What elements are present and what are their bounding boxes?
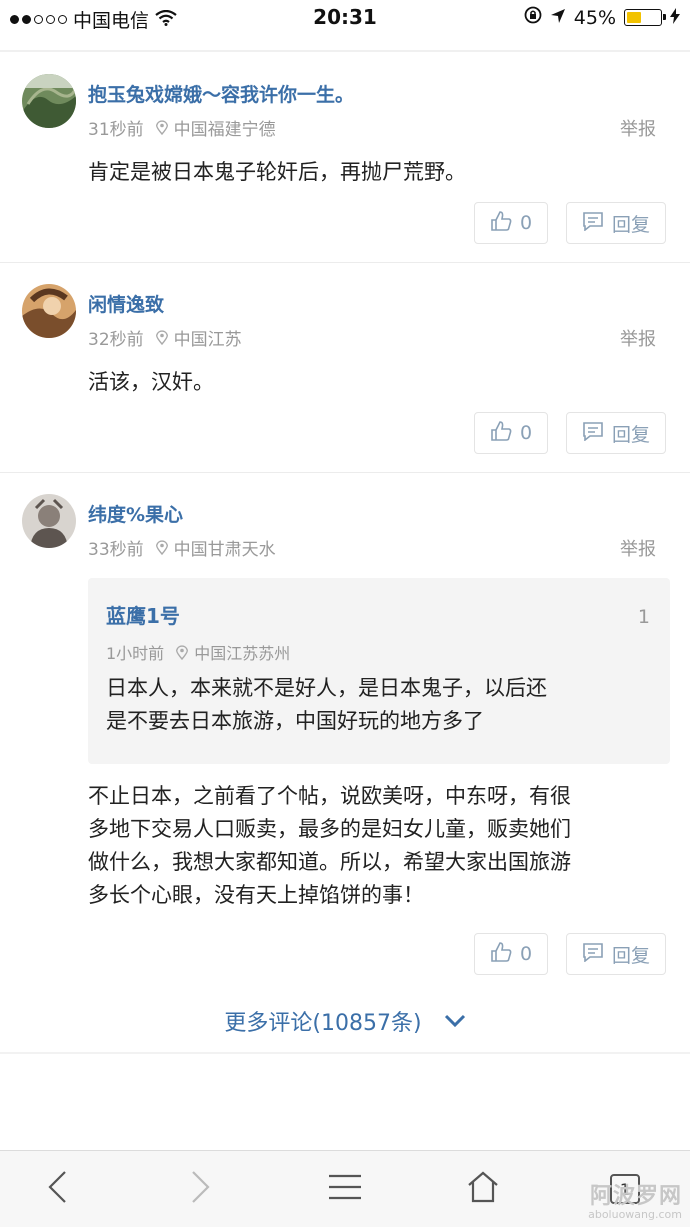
like-count: 0 xyxy=(519,212,533,234)
battery-percent: 45% xyxy=(573,6,616,29)
comment-location: 中国福建宁德 xyxy=(173,120,276,140)
quoted-floor-number: 1 xyxy=(637,606,650,628)
quoted-text-line: 日本人，本来就不是好人，是日本鬼子，以后还 xyxy=(106,676,547,700)
home-button[interactable] xyxy=(458,1169,508,1209)
forward-button[interactable] xyxy=(176,1169,226,1209)
reply-label: 回复 xyxy=(611,944,650,967)
reply-icon xyxy=(582,942,604,967)
username[interactable]: 纬度%果心 xyxy=(88,500,183,527)
chevron-left-icon xyxy=(47,1170,67,1208)
comment-text-line: 多地下交易人口贩卖，最多的是妇女儿童，贩卖她们 xyxy=(88,817,571,841)
browser-toolbar: 1 xyxy=(0,1150,690,1227)
menu-button[interactable] xyxy=(320,1169,370,1209)
comment-time: 33秒前 xyxy=(88,540,144,560)
avatar[interactable] xyxy=(22,284,76,338)
like-count: 0 xyxy=(519,422,533,444)
divider xyxy=(0,50,690,52)
like-button[interactable]: 0 xyxy=(474,202,548,244)
quoted-text: 日本人，本来就不是好人，是日本鬼子，以后还 是不要去日本旅游，中国好玩的地方多了 xyxy=(106,672,646,738)
like-button[interactable]: 0 xyxy=(474,933,548,975)
like-count: 0 xyxy=(519,943,533,965)
comment-location: 中国甘肃天水 xyxy=(173,540,276,560)
location-pin-icon xyxy=(176,644,189,660)
reply-button[interactable]: 回复 xyxy=(566,202,666,244)
comment-meta: 31秒前 中国福建宁德 xyxy=(88,115,276,140)
comment-time: 32秒前 xyxy=(88,330,144,350)
thumbs-up-icon xyxy=(490,420,512,447)
location-pin-icon xyxy=(155,540,168,556)
status-bar: 中国电信 20:31 45% xyxy=(0,0,690,36)
divider xyxy=(0,472,690,473)
comment-text: 不止日本，之前看了个帖，说欧美呀，中东呀，有很 多地下交易人口贩卖，最多的是妇女… xyxy=(88,780,658,912)
quoted-time: 1小时前 xyxy=(106,644,165,663)
comment-text-line: 多长个心眼，没有天上掉馅饼的事！ xyxy=(88,883,424,907)
charging-icon xyxy=(670,7,680,29)
more-comments-label: 更多评论(10857条) xyxy=(224,1011,422,1036)
reply-label: 回复 xyxy=(611,213,650,236)
back-button[interactable] xyxy=(32,1169,82,1209)
more-comments-button[interactable]: 更多评论(10857条) xyxy=(0,1005,690,1037)
thumbs-up-icon xyxy=(490,210,512,237)
comment-item: 抱玉兔戏嫦娥～容我许你一生。 31秒前 中国福建宁德 举报 肯定是被日本鬼子轮奸… xyxy=(0,62,690,258)
reply-icon xyxy=(582,421,604,446)
location-pin-icon xyxy=(155,330,168,346)
comment-meta: 32秒前 中国江苏 xyxy=(88,325,242,350)
reply-icon xyxy=(582,211,604,236)
home-icon xyxy=(466,1171,500,1207)
hamburger-menu-icon xyxy=(327,1173,363,1205)
comment-text: 肯定是被日本鬼子轮奸后，再抛尸荒野。 xyxy=(88,160,466,184)
orientation-lock-icon xyxy=(524,6,542,29)
divider xyxy=(0,1052,690,1054)
divider xyxy=(0,262,690,263)
battery-icon xyxy=(624,9,666,26)
avatar[interactable] xyxy=(22,74,76,128)
like-button[interactable]: 0 xyxy=(474,412,548,454)
watermark-url: aboluowang.com xyxy=(588,1208,682,1221)
reply-label: 回复 xyxy=(611,423,650,446)
comment-item: 闲情逸致 32秒前 中国江苏 举报 活该，汉奸。 0 回复 xyxy=(0,272,690,468)
location-arrow-icon xyxy=(550,7,566,29)
comment-text-line: 不止日本，之前看了个帖，说欧美呀，中东呀，有很 xyxy=(88,784,571,808)
avatar[interactable] xyxy=(22,494,76,548)
thumbs-up-icon xyxy=(490,941,512,968)
location-pin-icon xyxy=(155,120,168,136)
comment-meta: 33秒前 中国甘肃天水 xyxy=(88,535,276,560)
report-link[interactable]: 举报 xyxy=(620,535,656,561)
comment-text: 活该，汉奸。 xyxy=(88,370,214,394)
report-link[interactable]: 举报 xyxy=(620,115,656,141)
comment-item: 纬度%果心 33秒前 中国甘肃天水 举报 蓝鹰1号 1 1小时前 中国江苏苏州 … xyxy=(0,482,690,982)
watermark-logo: 阿波罗网 xyxy=(589,1184,682,1209)
username[interactable]: 抱玉兔戏嫦娥～容我许你一生。 xyxy=(88,80,354,107)
quoted-comment[interactable]: 蓝鹰1号 1 1小时前 中国江苏苏州 日本人，本来就不是好人，是日本鬼子，以后还… xyxy=(88,578,670,764)
quoted-meta: 1小时前 中国江苏苏州 xyxy=(106,640,290,664)
comment-time: 31秒前 xyxy=(88,120,144,140)
quoted-text-line: 是不要去日本旅游，中国好玩的地方多了 xyxy=(106,709,484,733)
reply-button[interactable]: 回复 xyxy=(566,933,666,975)
username[interactable]: 闲情逸致 xyxy=(88,290,164,317)
quoted-username[interactable]: 蓝鹰1号 xyxy=(106,600,180,629)
status-right: 45% xyxy=(524,6,680,29)
comment-text-line: 做什么，我想大家都知道。所以，希望大家出国旅游 xyxy=(88,850,571,874)
chevron-right-icon xyxy=(191,1170,211,1208)
chevron-down-icon xyxy=(444,1009,466,1034)
comment-location: 中国江苏 xyxy=(173,330,242,350)
quoted-location: 中国江苏苏州 xyxy=(194,644,291,663)
report-link[interactable]: 举报 xyxy=(620,325,656,351)
reply-button[interactable]: 回复 xyxy=(566,412,666,454)
